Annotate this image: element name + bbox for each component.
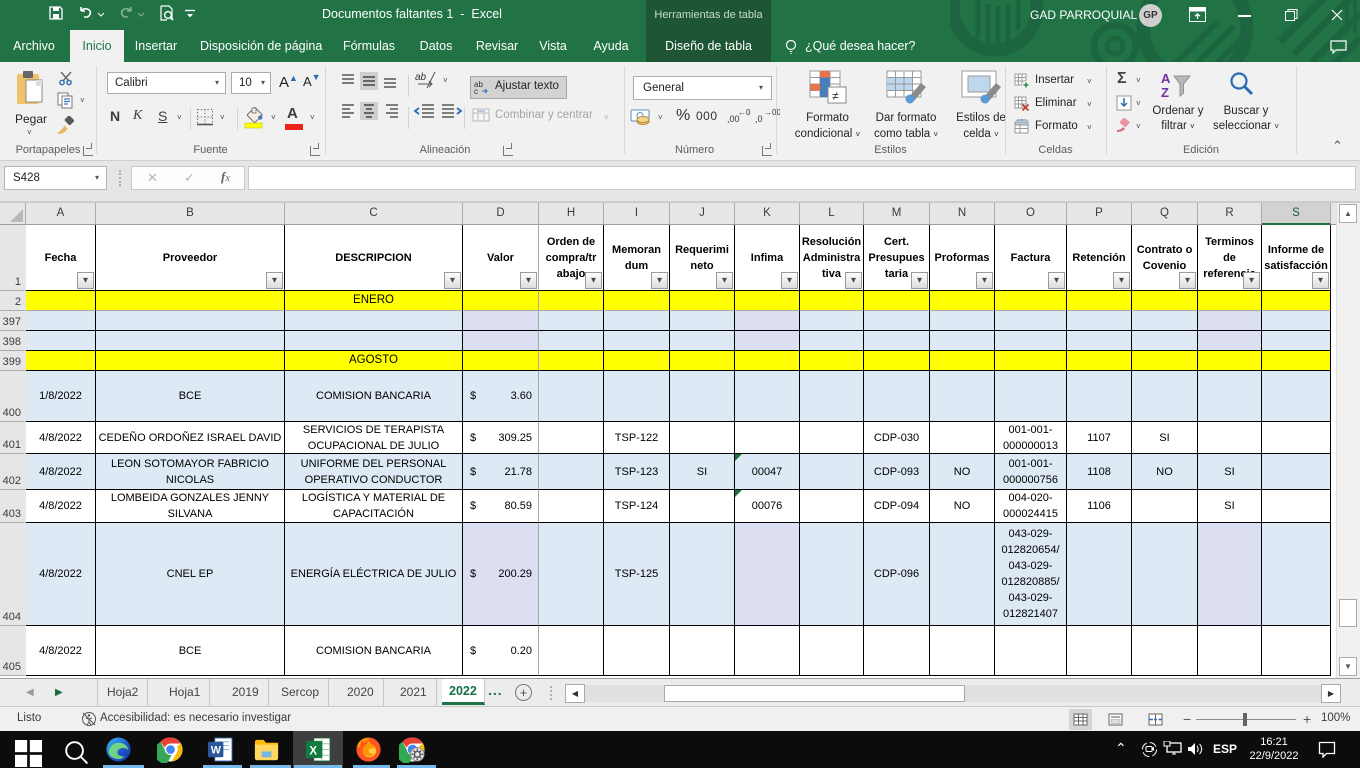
svg-text:A: A xyxy=(1161,71,1171,86)
svg-text:≠: ≠ xyxy=(832,89,839,103)
svg-text:Z: Z xyxy=(1161,85,1169,100)
svg-text:c: c xyxy=(474,87,478,95)
svg-text:,0: ,0 xyxy=(755,114,763,124)
svg-text:W: W xyxy=(211,744,221,756)
svg-text:X: X xyxy=(309,745,317,757)
svg-text:←0: ←0 xyxy=(738,108,751,117)
svg-text:→00: →00 xyxy=(764,108,780,117)
svg-text:ab: ab xyxy=(415,72,427,83)
